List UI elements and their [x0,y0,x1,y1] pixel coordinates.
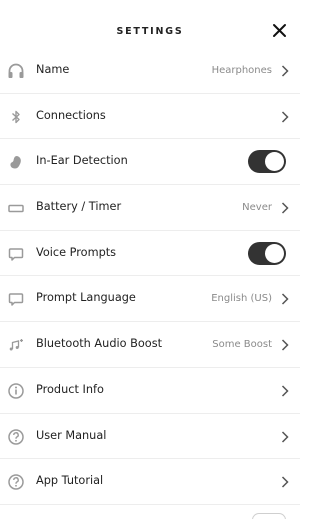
row-label: Prompt Language [36,291,136,305]
chevron-right-icon [279,291,291,307]
header: SETTINGS [0,0,300,48]
row-label: Battery / Timer [36,200,122,214]
close-button[interactable] [266,18,294,44]
chevron-right-icon [279,63,291,79]
bluetooth-icon [6,107,26,127]
row-label: App Tutorial [36,474,104,488]
partial-toggle[interactable] [252,513,286,519]
settings-row-connections[interactable]: Connections [0,94,300,140]
page-title: SETTINGS [116,26,184,37]
settings-row-bluetooth-audio-boost[interactable]: Bluetooth Audio Boost Some Boost [0,322,300,368]
speech-bubble-icon [6,289,26,309]
info-icon [6,381,26,401]
row-value: English (US) [211,293,272,305]
settings-screen: SETTINGS Name Hearphones Connections In-… [0,0,300,519]
help-icon [6,427,26,447]
settings-row-product-info[interactable]: Product Info [0,368,300,414]
row-label: User Manual [36,428,107,442]
row-label: Voice Prompts [36,245,117,259]
close-icon [273,24,286,37]
settings-row-in-ear-detection: In-Ear Detection [0,139,300,186]
chevron-right-icon [279,200,291,216]
row-label: Name [36,63,70,76]
ear-icon [6,152,26,172]
in-ear-detection-toggle[interactable] [248,150,286,174]
battery-icon [6,198,26,218]
speech-bubble-icon [6,244,26,264]
toggle-knob [265,152,284,172]
settings-row-battery-timer[interactable]: Battery / Timer Never [0,185,300,231]
row-value: Never [242,202,272,214]
voice-prompts-toggle[interactable] [248,241,286,265]
settings-row-name[interactable]: Name Hearphones [0,48,300,94]
chevron-right-icon [279,383,291,399]
row-value: Some Boost [212,339,272,351]
toggle-knob [265,243,284,263]
row-label: Connections [36,108,106,122]
settings-row-voice-prompts: Voice Prompts [0,231,300,277]
chevron-right-icon [279,109,291,125]
settings-row-app-tutorial[interactable]: App Tutorial [0,459,300,505]
settings-row-user-manual[interactable]: User Manual [0,414,300,460]
headphones-icon [6,61,26,81]
music-note-icon [6,335,26,355]
chevron-right-icon [279,474,291,490]
row-label: Bluetooth Audio Boost [36,337,163,351]
help-icon [6,472,26,492]
row-value: Hearphones [211,65,272,76]
chevron-right-icon [279,337,291,353]
settings-row-prompt-language[interactable]: Prompt Language English (US) [0,276,300,323]
row-label: In-Ear Detection [36,154,128,168]
settings-list: Name Hearphones Connections In-Ear Detec… [0,48,300,505]
row-label: Product Info [36,382,104,396]
chevron-right-icon [279,429,291,445]
